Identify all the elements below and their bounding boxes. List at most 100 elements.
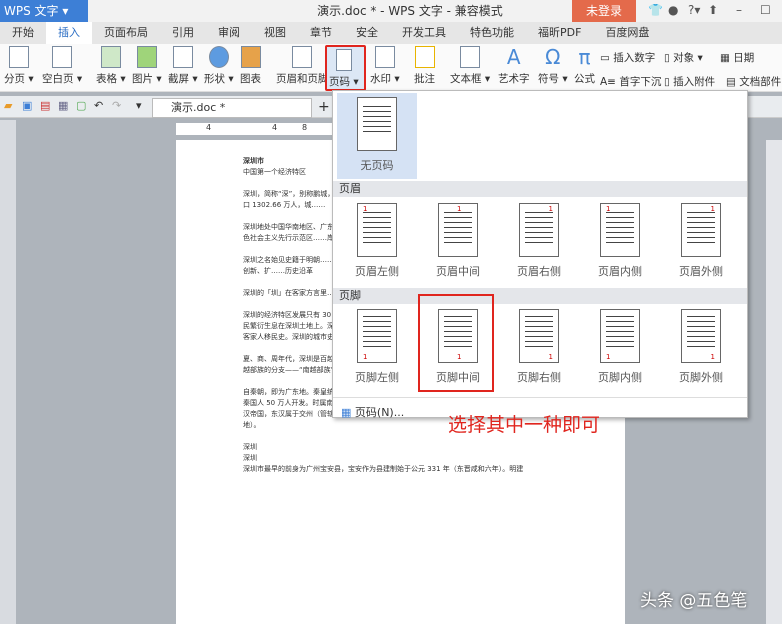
new-tab-icon[interactable]: +: [318, 99, 330, 115]
footer-option-2[interactable]: 1 页脚右侧: [499, 309, 579, 385]
label: 文本框 ▾: [450, 73, 491, 85]
picture-button[interactable]: 图片 ▾: [132, 46, 162, 86]
symbol-button[interactable]: Ω 符号 ▾: [538, 46, 568, 86]
header-option-0[interactable]: 1 页眉左侧: [337, 203, 417, 279]
label: 页眉左侧: [355, 265, 399, 278]
ribbon: 分页 ▾ 空白页 ▾ 表格 ▾ 图片 ▾ 截屏 ▾ 形状 ▾ 图表 页眉和页脚 …: [0, 44, 782, 92]
blank-page-icon: [52, 46, 73, 68]
tab-insert[interactable]: 插入: [46, 22, 92, 44]
label: 文档部件 ▾: [739, 76, 782, 88]
label: 页脚内侧: [598, 371, 642, 384]
more-dropdown-icon[interactable]: ▾: [136, 99, 142, 112]
attachment-button[interactable]: ▯ 插入附件: [664, 74, 715, 89]
label: 页眉右侧: [517, 265, 561, 278]
tab-references[interactable]: 引用: [160, 22, 206, 44]
header-footer-button[interactable]: 页眉和页脚: [276, 46, 329, 86]
minimize-icon[interactable]: –: [736, 3, 742, 17]
footer-option-4[interactable]: 1 页脚外侧: [661, 309, 741, 385]
tab-developer[interactable]: 开发工具: [390, 22, 458, 44]
page-thumb-icon: 1: [357, 309, 397, 363]
feedback-icon[interactable]: ●: [668, 3, 678, 17]
insert-number-button[interactable]: ▭ 插入数字: [600, 50, 655, 65]
object-button[interactable]: ▯ 对象 ▾: [664, 50, 703, 65]
app-logo: WPS 文字: [4, 4, 59, 18]
screenshot-button[interactable]: 截屏 ▾: [168, 46, 198, 86]
footer-option-0[interactable]: 1 页脚左侧: [337, 309, 417, 385]
login-button[interactable]: 未登录: [572, 0, 636, 22]
page-number-mark: 1: [363, 353, 368, 361]
tab-review[interactable]: 审阅: [206, 22, 252, 44]
page-thumb-icon: [357, 97, 397, 151]
label: 空白页 ▾: [42, 73, 83, 85]
label: 日期: [733, 52, 755, 64]
table-icon: [100, 46, 121, 68]
blank-page-button[interactable]: 空白页 ▾: [42, 46, 82, 86]
page-thumb-icon: 1: [681, 309, 721, 363]
page-number-mark: 1: [606, 205, 611, 213]
wordart-icon: A: [506, 45, 521, 69]
tab-view[interactable]: 视图: [252, 22, 298, 44]
header-option-2[interactable]: 1 页眉右侧: [499, 203, 579, 279]
redo-icon[interactable]: ↷: [112, 99, 121, 112]
open-icon[interactable]: ▰: [4, 99, 12, 112]
page-number-mark: 1: [710, 205, 715, 213]
option-no-page-number[interactable]: 无页码: [337, 93, 417, 179]
page-number-button[interactable]: 页码 ▾: [325, 45, 366, 91]
scissors-icon: [172, 46, 193, 68]
table-button[interactable]: 表格 ▾: [96, 46, 126, 86]
dropcap-button[interactable]: A≡ 首字下沉: [600, 74, 661, 89]
watermark-button[interactable]: 水印 ▾: [370, 46, 400, 86]
page-thumb-icon: 1: [519, 203, 559, 257]
page-break-button[interactable]: 分页 ▾: [4, 46, 34, 86]
page-number-mark: 1: [710, 353, 715, 361]
page-thumb-icon: 1: [600, 203, 640, 257]
maximize-icon[interactable]: ☐: [760, 3, 771, 17]
header-option-3[interactable]: 1 页眉内侧: [580, 203, 660, 279]
label: 页眉内侧: [598, 265, 642, 278]
header-option-1[interactable]: 1 页眉中间: [418, 203, 498, 279]
label: 页眉外侧: [679, 265, 723, 278]
save-icon[interactable]: ▣: [22, 99, 32, 112]
paragraph: 深圳市最早的前身为广州宝安县，宝安作为县建制始于公元 331 年（东晋咸和六年）…: [243, 465, 524, 473]
label: 页眉和页脚: [276, 73, 329, 85]
tab-features[interactable]: 特色功能: [458, 22, 526, 44]
app-menu-button[interactable]: WPS 文字 ▾: [0, 0, 88, 22]
docparts-button[interactable]: ▤ 文档部件 ▾: [726, 74, 782, 89]
chart-button[interactable]: 图表: [240, 46, 261, 86]
wordart-button[interactable]: A 艺术字: [498, 46, 530, 86]
print-icon[interactable]: ▦: [58, 99, 68, 112]
label: 插入附件: [673, 76, 716, 88]
document-tab[interactable]: 演示.doc *: [152, 98, 312, 118]
undo-icon[interactable]: ↶: [94, 99, 103, 112]
textbox-icon: [460, 46, 481, 68]
label: 页脚左侧: [355, 371, 399, 384]
tab-security[interactable]: 安全: [344, 22, 390, 44]
page-number-dropdown: 无页码 页眉 页脚 ▦ 页码(N)... 1 页眉左侧 1 页脚左侧 1 页眉中间 1 页脚中…: [332, 90, 748, 419]
picture-icon: [136, 46, 157, 68]
tab-section[interactable]: 章节: [298, 22, 344, 44]
tab-start[interactable]: 开始: [0, 22, 46, 44]
label: 图表: [240, 73, 261, 85]
header-option-4[interactable]: 1 页眉外侧: [661, 203, 741, 279]
highlight-box: [418, 294, 494, 392]
tab-foxit-pdf[interactable]: 福昕PDF: [526, 22, 593, 44]
restore-ribbon-icon[interactable]: ⬆: [708, 3, 718, 17]
date-button[interactable]: ▦ 日期: [720, 50, 754, 65]
skin-icon[interactable]: 👕: [648, 3, 663, 17]
preview-icon[interactable]: ▢: [76, 99, 86, 112]
comment-button[interactable]: 批注: [414, 46, 435, 86]
footer-option-3[interactable]: 1 页脚内侧: [580, 309, 660, 385]
textbox-button[interactable]: 文本框 ▾: [450, 46, 490, 86]
vertical-scrollbar[interactable]: [766, 140, 782, 624]
tab-page-layout[interactable]: 页面布局: [92, 22, 160, 44]
formula-button[interactable]: π 公式: [574, 46, 595, 86]
help-icon[interactable]: ?▾: [688, 3, 700, 17]
header-footer-icon: [292, 46, 313, 68]
label: 艺术字: [498, 73, 530, 85]
header-section-label: 页眉: [333, 181, 747, 197]
ruler-tick: 4: [206, 123, 212, 132]
tab-baidu-netdisk[interactable]: 百度网盘: [593, 22, 661, 44]
shape-button[interactable]: 形状 ▾: [204, 46, 234, 86]
label: 插入数字: [613, 52, 656, 64]
pdf-icon[interactable]: ▤: [40, 99, 50, 112]
